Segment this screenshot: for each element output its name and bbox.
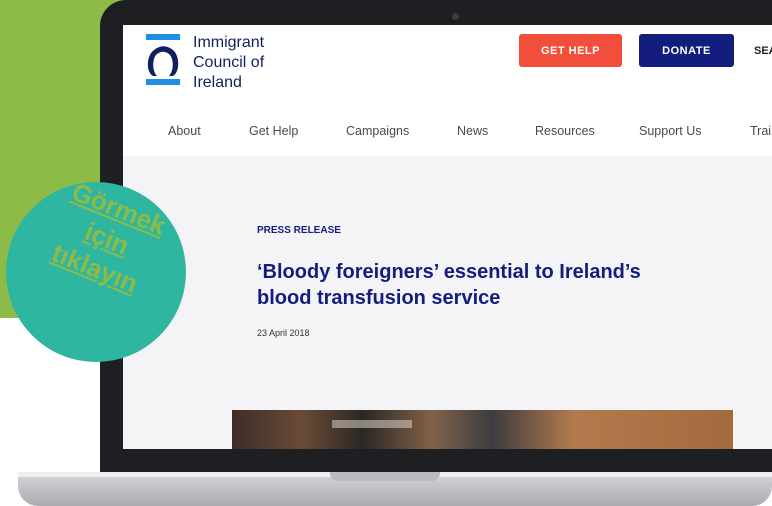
camera-dot-icon: [452, 13, 459, 20]
nav-item-training[interactable]: Trai: [750, 124, 771, 138]
nav-item-get-help[interactable]: Get Help: [249, 124, 298, 138]
logo-line: Council of: [193, 54, 265, 71]
logo-text[interactable]: Immigrant Council of Ireland: [193, 33, 264, 93]
photo-highlight: [332, 420, 412, 428]
logo-line: Immigrant: [193, 34, 265, 51]
donate-button[interactable]: DONATE: [639, 34, 734, 67]
laptop-screen: Immigrant Council of Ireland GET HELP DO…: [123, 25, 772, 449]
logo-line: Ireland: [193, 74, 242, 91]
article-date: 23 April 2018: [257, 328, 310, 338]
site-header: Immigrant Council of Ireland GET HELP DO…: [123, 25, 772, 156]
article-title: ‘Bloody foreigners’ essential to Ireland…: [257, 261, 641, 309]
nav-item-news[interactable]: News: [457, 124, 488, 138]
nav-item-resources[interactable]: Resources: [535, 124, 595, 138]
omega-logo-icon[interactable]: [145, 34, 181, 87]
article-photo: [232, 410, 733, 449]
nav-item-about[interactable]: About: [168, 124, 201, 138]
get-help-button[interactable]: GET HELP: [519, 34, 622, 67]
search-link[interactable]: SEA: [754, 45, 772, 57]
article-category: PRESS RELEASE: [257, 225, 341, 236]
nav-item-campaigns[interactable]: Campaigns: [346, 124, 409, 138]
main-nav: About Get Help Campaigns News Resources …: [123, 124, 772, 140]
laptop-notch: [330, 472, 440, 481]
nav-item-support-us[interactable]: Support Us: [639, 124, 702, 138]
